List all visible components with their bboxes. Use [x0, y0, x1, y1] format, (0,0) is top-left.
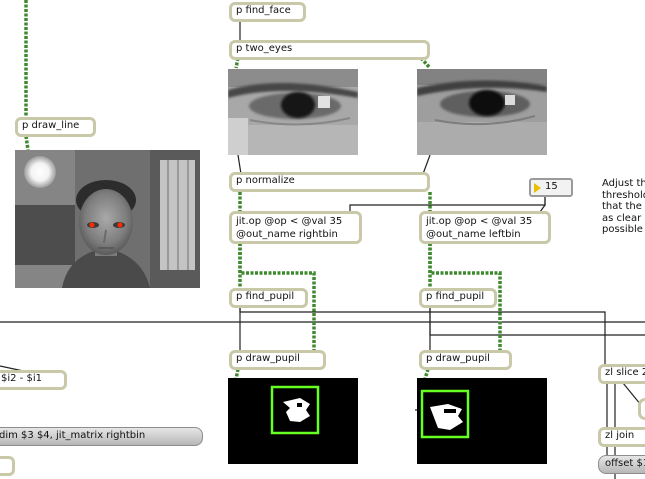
outlet[interactable] — [426, 305, 436, 308]
threshold-number-box[interactable]: 15 — [529, 178, 573, 197]
outlet[interactable] — [621, 381, 631, 384]
dim-message[interactable]: dim $3 $4, jit_matrix rightbin — [0, 427, 203, 446]
inlet[interactable] — [236, 288, 246, 291]
jit-op-leftbin-object[interactable]: jit.op @op < @val 35 @out_name leftbin — [419, 211, 551, 244]
inlet[interactable] — [22, 117, 32, 120]
zl-slice-object[interactable]: zl slice 2 — [598, 364, 645, 384]
inlet[interactable] — [418, 172, 428, 175]
object-label: zl join — [605, 430, 635, 441]
inlet[interactable] — [426, 211, 436, 214]
outlet[interactable] — [426, 367, 436, 370]
message-label: dim $3 $4, jit_matrix rightbin — [0, 430, 146, 441]
object-label: p find_pupil — [426, 291, 485, 302]
object-label: p find_pupil — [236, 291, 295, 302]
object-label: p draw_line — [22, 120, 80, 131]
outlet[interactable] — [236, 57, 246, 60]
signal-cord[interactable] — [24, 135, 30, 151]
object-label: p normalize — [236, 175, 295, 186]
outlet[interactable] — [236, 19, 246, 22]
inlet[interactable] — [537, 211, 547, 214]
partial-button[interactable] — [638, 398, 645, 420]
offset-message[interactable]: offset $1 — [598, 455, 645, 474]
partial-object[interactable] — [0, 456, 15, 476]
jit-op-rightbin-object[interactable]: jit.op @op < @val 35 @out_name rightbin — [229, 211, 362, 244]
draw-pupil-right-object[interactable]: p draw_pupil — [229, 350, 326, 370]
inlet[interactable] — [605, 364, 615, 367]
number-box-value: 15 — [545, 181, 558, 192]
comment-line: Adjust the — [602, 178, 645, 189]
normalize-object[interactable]: p normalize — [229, 172, 430, 192]
object-label-line-2: @out_name leftbin — [426, 229, 521, 240]
object-label: p draw_pupil — [236, 353, 300, 364]
face — [79, 189, 133, 255]
threshold-comment: Adjust the threshold that the as clear p… — [602, 178, 645, 236]
outlet[interactable] — [605, 381, 615, 384]
comment-line: as clear — [602, 212, 642, 224]
right-eye-display — [228, 69, 358, 155]
outlet[interactable] — [236, 305, 246, 308]
patch-cord[interactable] — [429, 307, 645, 336]
object-label-line-1: jit.op @op < @val 35 — [426, 216, 533, 227]
draw-pupil-left-object[interactable]: p draw_pupil — [419, 350, 512, 370]
outlet[interactable] — [426, 241, 436, 244]
expr-object[interactable]: $i2 - $i1 — [0, 370, 67, 390]
inlet[interactable] — [605, 427, 615, 430]
inlet[interactable] — [49, 370, 59, 373]
object-label-line-1: jit.op @op < @val 35 — [236, 216, 343, 227]
zl-join-object[interactable]: zl join — [598, 427, 645, 447]
patch-cord[interactable] — [539, 196, 546, 213]
inlet[interactable] — [426, 350, 436, 353]
comment-line: possible — [602, 224, 643, 235]
find-face-object[interactable]: p find_face — [229, 2, 306, 22]
inlet[interactable] — [236, 211, 246, 214]
inlet[interactable] — [236, 40, 246, 43]
pupil-marker-left — [89, 222, 95, 228]
signal-cord[interactable] — [423, 368, 430, 380]
inlet[interactable] — [236, 350, 246, 353]
comment-line: that the — [602, 201, 642, 212]
comment-line: threshold — [602, 189, 645, 201]
lamp — [24, 156, 56, 188]
object-label-line-2: @out_name rightbin — [236, 229, 338, 240]
pupil-marker-right — [117, 222, 123, 228]
outlet[interactable] — [236, 241, 246, 244]
inlet[interactable] — [312, 350, 322, 353]
draw-line-object[interactable]: p draw_line — [15, 117, 96, 137]
object-label: p two_eyes — [236, 43, 293, 54]
object-label: $i2 - $i1 — [1, 373, 42, 384]
find-pupil-left-object[interactable]: p find_pupil — [419, 288, 497, 308]
left-eye-display — [417, 69, 547, 155]
signal-cord[interactable] — [234, 368, 240, 380]
right-pupil-output — [228, 378, 358, 464]
inlet[interactable] — [426, 288, 436, 291]
object-label: zl slice 2 — [605, 367, 645, 378]
object-label: p draw_pupil — [426, 353, 490, 364]
inlet[interactable] — [236, 172, 246, 175]
outlet[interactable] — [236, 189, 246, 192]
left-pupil-output — [417, 378, 547, 464]
webcam-display — [15, 150, 200, 288]
message-label: offset $1 — [605, 458, 645, 469]
inlet[interactable] — [348, 211, 358, 214]
outlet[interactable] — [236, 367, 246, 370]
number-box-triangle-icon — [534, 183, 541, 193]
outlet[interactable] — [605, 444, 615, 447]
find-pupil-right-object[interactable]: p find_pupil — [229, 288, 308, 308]
object-label: p find_face — [236, 5, 291, 16]
inlet[interactable] — [498, 350, 508, 353]
two-eyes-object[interactable]: p two_eyes — [229, 40, 430, 60]
patch-cord[interactable] — [349, 196, 546, 212]
